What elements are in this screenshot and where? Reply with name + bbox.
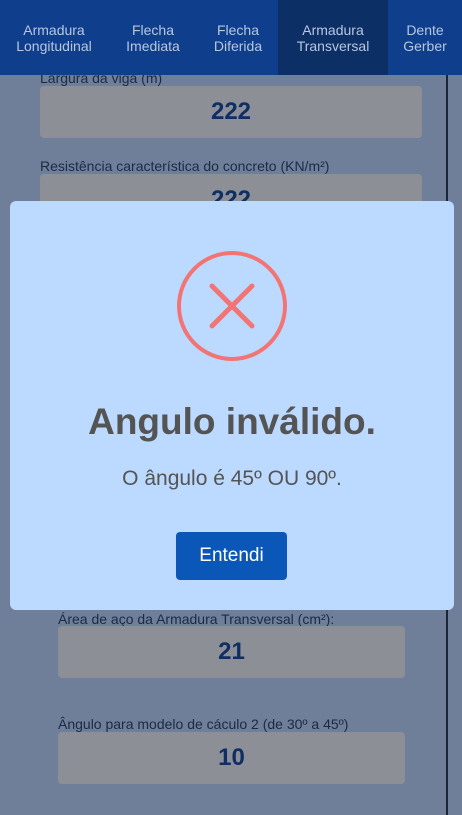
error-x-icon [177,251,287,361]
modal-message: O ângulo é 45º OU 90º. [122,467,342,490]
tab-dente-gerber[interactable]: Dente Gerber [388,0,462,75]
confirm-button[interactable]: Entendi [176,532,287,580]
tab-label-line2: Imediata [126,37,180,54]
tab-label-line1: Flecha [131,21,174,38]
tab-flecha-imediata[interactable]: Flecha Imediata [108,0,198,75]
tab-label-line2: Gerber [403,37,447,54]
top-nav: Armadura Longitudinal Flecha Imediata Flec… [0,0,462,75]
tab-label-line1: Armadura [302,21,364,38]
tab-flecha-diferida[interactable]: Flecha Diferida [198,0,278,75]
tab-armadura-longitudinal[interactable]: Armadura Longitudinal [0,0,108,75]
tab-armadura-transversal[interactable]: Armadura Transversal [278,0,388,75]
tab-label-line1: Flecha [216,21,260,38]
tab-label-line1: Dente [406,21,444,38]
angle-label: Ângulo para modelo de cáculo 2 (de 30º a… [58,716,349,732]
beam-width-input[interactable]: 222 [40,86,422,138]
tab-label-line2: Transversal [296,37,370,54]
angle-input[interactable]: 10 [58,732,405,784]
concrete-strength-label: Resistência característica do concreto (… [40,158,330,174]
steel-area-label: Área de aço da Armadura Transversal (cm²… [58,611,335,627]
error-modal: Angulo inválido. O ângulo é 45º OU 90º. … [10,201,454,610]
tab-label-line2: Diferida [213,37,263,54]
tab-label-line1: Armadura [23,21,85,38]
tab-label-line2: Longitudinal [16,37,92,54]
steel-area-input[interactable]: 21 [58,626,405,678]
modal-title: Angulo inválido. [88,401,376,442]
